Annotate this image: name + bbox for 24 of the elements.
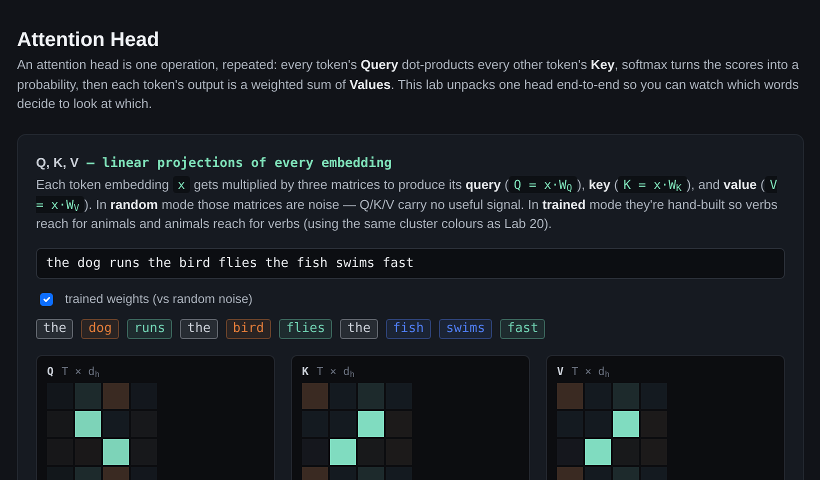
token-chip: flies	[279, 319, 332, 339]
token-chip: runs	[126, 319, 172, 339]
token-chip: bird	[226, 319, 272, 339]
token-chip: fish	[386, 319, 432, 339]
section-heading: Q, K, V	[36, 154, 79, 172]
matrix-dimensions-label: T × d$_{h}$	[572, 364, 610, 380]
page-title: Attention Head	[17, 28, 160, 52]
section-subheading: — linear projections of every embedding	[86, 154, 392, 172]
sentence-input[interactable]: the dog runs the bird flies the fish swims fast	[36, 248, 785, 279]
matrix-dimensions-label: T × d$_{h}$	[62, 364, 100, 380]
token-chip: the	[180, 319, 218, 339]
matrix-dimensions-label: T × d$_{h}$	[316, 364, 355, 380]
token-chip: swims	[439, 319, 492, 339]
trained-weights-checkbox[interactable]	[40, 292, 53, 306]
token-chip: the	[340, 319, 378, 339]
section-description: Each token embedding x gets multiplied by three matrices to produce its query ( Q = x·W$_{Q}$ ), key ( K = x·W$_{K}$ ), and value ( V = x·W$_{V}$ ). In random mode those matrices are noise — Q/K/V carry no useful signal. In trained mode they're hand-built so verbs reach for animals and animals reach for verbs (using the same cluster colours as Lab 20).	[36, 175, 779, 233]
intro-paragraph: An attention head is one operation, repeated: every token's Query dot-products every other token's Key, softmax turns the scores into a probability, then each token's output is a weighted sum of Values. This lab unpacks one head end-to-end so you can watch which words decide to look at which.	[17, 56, 800, 113]
token-chip: fast	[500, 319, 546, 339]
trained-weights-label: trained weights (vs random noise)	[65, 290, 253, 308]
matrix-name: K	[302, 364, 309, 380]
matrix-name: V	[557, 364, 564, 380]
token-chip: the	[36, 319, 74, 339]
matrix-name: Q	[47, 364, 54, 380]
token-chip: dog	[81, 319, 119, 339]
